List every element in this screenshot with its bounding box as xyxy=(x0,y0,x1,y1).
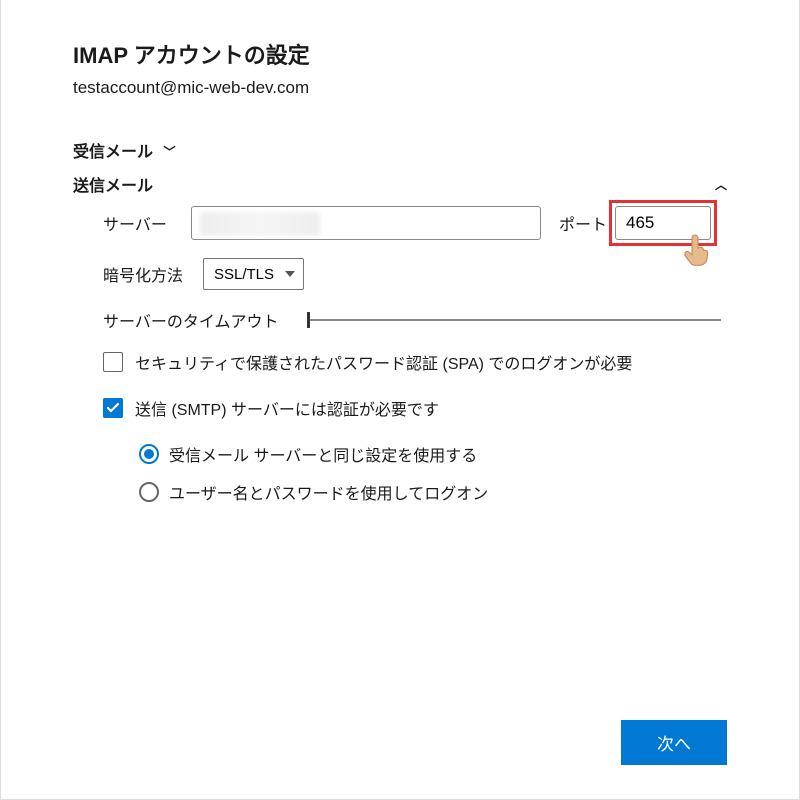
next-button[interactable]: 次へ xyxy=(621,720,727,765)
section-toggle-incoming[interactable]: 受信メール ﹀ xyxy=(73,138,727,162)
port-input[interactable] xyxy=(615,206,711,240)
port-label: ポート xyxy=(559,211,609,235)
outgoing-mail-label: 送信メール xyxy=(73,172,153,196)
radio-user-label: ユーザー名とパスワードを使用してログオン xyxy=(169,480,488,504)
imap-settings-dialog: IMAP アカウントの設定 testaccount@mic-web-dev.co… xyxy=(0,0,800,800)
encryption-select[interactable]: SSL/TLS xyxy=(203,258,304,290)
incoming-mail-label: 受信メール xyxy=(73,144,153,161)
page-title: IMAP アカウントの設定 xyxy=(73,38,727,70)
account-email: testaccount@mic-web-dev.com xyxy=(73,78,727,98)
spa-label: セキュリティで保護されたパスワード認証 (SPA) でのログオンが必要 xyxy=(135,350,632,374)
smtp-auth-checkbox[interactable] xyxy=(103,398,123,418)
radio-same-label: 受信メール サーバーと同じ設定を使用する xyxy=(169,442,477,466)
redacted-server-value xyxy=(200,212,320,236)
encryption-label: 暗号化方法 xyxy=(103,262,193,286)
server-label: サーバー xyxy=(103,211,181,235)
smtp-auth-label: 送信 (SMTP) サーバーには認証が必要です xyxy=(135,396,439,420)
slider-thumb[interactable] xyxy=(307,312,310,328)
timeout-label: サーバーのタイムアウト xyxy=(103,308,279,332)
spa-checkbox[interactable] xyxy=(103,352,123,372)
server-input[interactable] xyxy=(191,206,541,240)
outgoing-mail-form: サーバー ポート 暗号化方法 SSL/TLS サーバーのタイムアウト xyxy=(73,206,727,504)
section-toggle-outgoing[interactable]: 送信メール ︿ xyxy=(73,172,727,196)
radio-same-settings[interactable] xyxy=(139,444,159,464)
chevron-up-icon: ︿ xyxy=(715,176,727,193)
chevron-down-icon: ﹀ xyxy=(163,143,175,160)
timeout-slider[interactable] xyxy=(307,319,721,321)
radio-user-pass[interactable] xyxy=(139,482,159,502)
